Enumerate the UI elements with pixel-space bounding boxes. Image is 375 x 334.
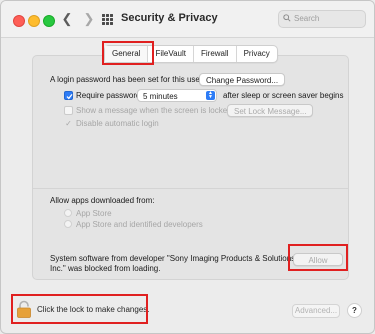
close-window-button[interactable]: [13, 15, 25, 27]
tab-filevault[interactable]: FileVault: [148, 46, 194, 62]
require-password-value: 5 minutes: [143, 92, 178, 101]
disable-auto-login-check-icon[interactable]: ✓: [64, 119, 73, 128]
radio-identified-developers-label: App Store and identified developers: [76, 220, 203, 229]
title-bar: ❮ ❯ Security & Privacy Search: [1, 1, 374, 38]
checkmark-icon: [66, 93, 73, 100]
radio-identified-developers[interactable]: [64, 220, 72, 228]
radio-app-store-label: App Store: [76, 209, 112, 218]
require-password-select[interactable]: 5 minutes ▲ ▼: [137, 89, 217, 102]
disable-auto-login-label: Disable automatic login: [76, 119, 159, 128]
tab-privacy[interactable]: Privacy: [237, 46, 277, 62]
tab-bar: General FileVault Firewall Privacy: [104, 45, 278, 63]
require-password-label: Require password: [76, 91, 141, 100]
show-message-checkbox[interactable]: [64, 106, 73, 115]
allow-button[interactable]: Allow: [293, 253, 343, 266]
security-privacy-window: ❮ ❯ Security & Privacy Search A login pa…: [0, 0, 375, 334]
zoom-window-button[interactable]: [43, 15, 55, 27]
allow-apps-heading: Allow apps downloaded from:: [50, 196, 155, 205]
require-password-checkbox[interactable]: [64, 91, 73, 100]
help-button[interactable]: ?: [347, 303, 362, 318]
after-sleep-text: after sleep or screen saver begins: [223, 91, 344, 100]
blocked-software-message: System software from developer "Sony Ima…: [50, 254, 296, 273]
set-lock-message-button[interactable]: Set Lock Message...: [227, 104, 314, 117]
back-arrow-icon[interactable]: ❮: [59, 10, 75, 28]
search-placeholder: Search: [294, 14, 320, 23]
select-arrows-icon: ▲ ▼: [206, 91, 215, 100]
tab-firewall[interactable]: Firewall: [194, 46, 237, 62]
login-password-text: A login password has been set for this u…: [50, 75, 203, 84]
section-divider: [33, 188, 348, 189]
general-panel: A login password has been set for this u…: [32, 55, 349, 280]
tab-general[interactable]: General: [105, 46, 149, 62]
radio-app-store[interactable]: [64, 209, 72, 217]
advanced-button[interactable]: Advanced...: [292, 304, 340, 318]
search-icon: [283, 14, 291, 22]
show-message-label: Show a message when the screen is locked: [76, 106, 232, 115]
forward-arrow-icon[interactable]: ❯: [81, 10, 97, 28]
window-title: Security & Privacy: [121, 12, 218, 24]
lock-message: Click the lock to make changes.: [37, 305, 150, 314]
padlock-icon[interactable]: [16, 300, 32, 318]
change-password-button[interactable]: Change Password...: [199, 73, 286, 86]
show-all-grid-icon[interactable]: [102, 14, 113, 25]
search-field[interactable]: Search: [278, 10, 366, 28]
minimize-window-button[interactable]: [28, 15, 40, 27]
